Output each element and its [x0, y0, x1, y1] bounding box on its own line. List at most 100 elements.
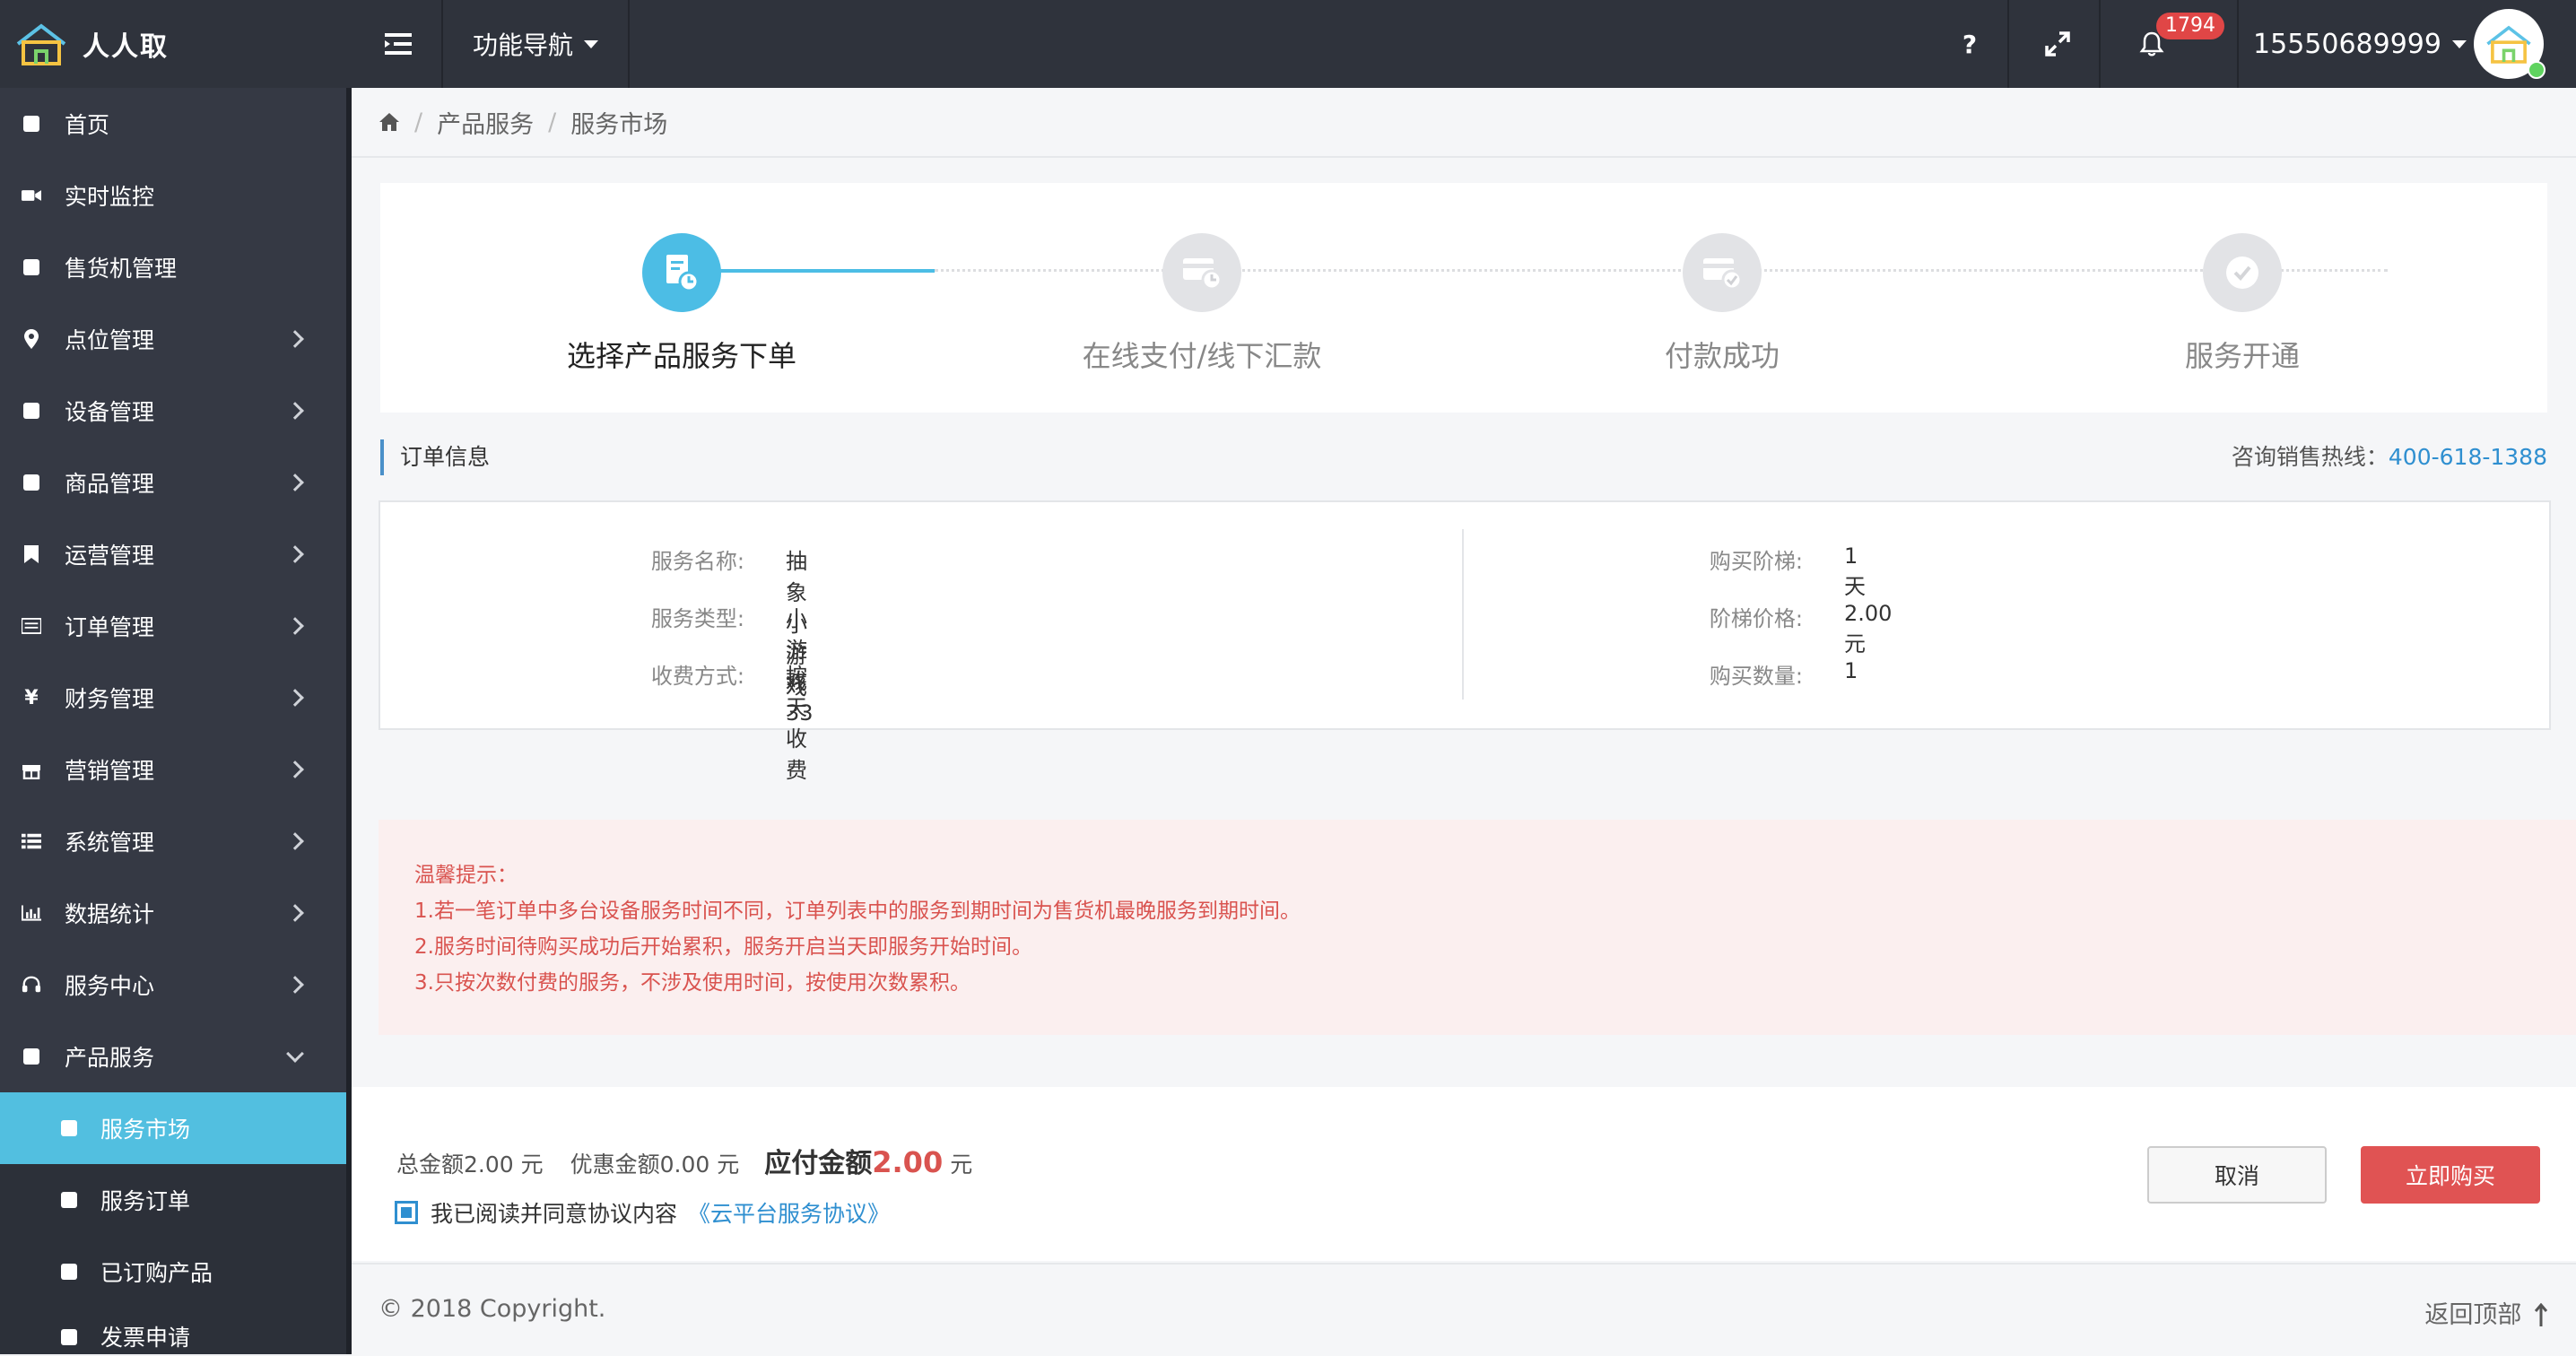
sidebar-subitem-purchased-products[interactable]: 已订购产品: [0, 1236, 346, 1308]
sidebar-item-label: 服务中心: [65, 973, 155, 999]
headset-icon: [22, 975, 41, 995]
user-phone: 15550689999: [2253, 28, 2441, 60]
sidebar-item-orders[interactable]: 订单管理: [0, 590, 346, 662]
chevron-right-icon: [286, 545, 304, 563]
sidebar-subitem-service-market[interactable]: 服务市场: [0, 1092, 346, 1164]
step-label: 选择产品服务下单: [566, 339, 796, 373]
sidebar-item-system[interactable]: 系统管理: [0, 805, 346, 877]
sidebar-item-device[interactable]: 设备管理: [0, 375, 346, 447]
square-icon: [22, 1047, 41, 1066]
field-value: 2.00 元: [1844, 601, 1893, 656]
fullscreen-button[interactable]: [2015, 0, 2101, 88]
sidebar-item-statistics[interactable]: 数据统计: [0, 877, 346, 949]
caret-down-icon: [2451, 39, 2467, 48]
avatar-house-icon: [2486, 25, 2531, 64]
sidebar-item-label: 财务管理: [65, 686, 155, 712]
sidebar-item-product-service[interactable]: 产品服务: [0, 1021, 346, 1092]
topbar-divider: [2099, 0, 2101, 88]
order-totals: 总金额2.00 元 优惠金额0.00 元 应付金额 2.00 元: [396, 1141, 972, 1180]
yen-icon: ¥: [24, 686, 39, 709]
sidebar-item-operation[interactable]: 运营管理: [0, 518, 346, 590]
sidebar-item-label: 点位管理: [65, 327, 155, 353]
field-key: 服务名称:: [650, 549, 744, 574]
sidebar: 首页 实时监控 售货机管理 点位管理 设备管理 商品管理 运营管理 订单管理 ¥…: [0, 88, 346, 1354]
step-label: 服务开通: [2184, 339, 2300, 373]
sidebar-item-label: 商品管理: [65, 471, 155, 497]
agreement-link[interactable]: 《云平台服务协议》: [688, 1196, 890, 1229]
notification-badge: 1794: [2156, 13, 2224, 39]
chevron-right-icon: [286, 761, 304, 778]
sidebar-item-marketing[interactable]: 营销管理: [0, 734, 346, 805]
list-icon: [22, 616, 41, 636]
chevron-down-icon: [286, 1045, 304, 1063]
sidebar-item-label: 售货机管理: [65, 256, 178, 282]
chevron-right-icon: [286, 474, 304, 491]
chevron-right-icon: [286, 330, 304, 348]
order-form-icon: [642, 233, 721, 312]
breadcrumb: / 产品服务 / 服务市场: [352, 88, 2576, 158]
chevron-right-icon: [286, 689, 304, 707]
arrow-up-icon: [2534, 1302, 2548, 1326]
sidebar-item-home[interactable]: 首页: [0, 88, 346, 160]
sidebar-item-goods[interactable]: 商品管理: [0, 447, 346, 518]
sidebar-item-label: 订单管理: [65, 614, 155, 640]
breadcrumb-item-current: 服务市场: [570, 110, 668, 139]
function-nav-dropdown[interactable]: 功能导航: [443, 0, 628, 88]
sidebar-item-label: 数据统计: [65, 901, 155, 927]
caret-down-icon: [584, 39, 598, 48]
field-key: 阶梯价格:: [1709, 606, 1803, 631]
notice-line: 3.只按次数付费的服务，不涉及使用时间，按使用次数累积。: [414, 971, 970, 995]
sidebar-subitem-service-orders[interactable]: 服务订单: [0, 1164, 346, 1236]
breadcrumb-item[interactable]: 产品服务: [437, 105, 534, 140]
sidebar-item-location[interactable]: 点位管理: [0, 303, 346, 375]
notice-title: 温馨提示：: [414, 864, 518, 887]
sidebar-item-label: 服务市场: [100, 1117, 191, 1143]
cancel-button[interactable]: 取消: [2147, 1146, 2327, 1204]
step-select-service: 选择产品服务下单: [547, 233, 816, 375]
chevron-right-icon: [286, 904, 304, 922]
sidebar-item-monitor[interactable]: 实时监控: [0, 160, 346, 231]
copyright: © 2018 Copyright.: [379, 1295, 606, 1323]
agreement-checkbox[interactable]: [395, 1201, 418, 1224]
bar-chart-icon: [22, 903, 41, 923]
back-to-top-link[interactable]: 返回顶部: [2424, 1295, 2548, 1330]
discount-amount: 优惠金额0.00 元: [570, 1152, 740, 1178]
sidebar-item-finance[interactable]: ¥ 财务管理: [0, 662, 346, 734]
help-icon: ?: [1962, 29, 1978, 59]
chevron-right-icon: [286, 832, 304, 850]
buy-now-button[interactable]: 立即购买: [2361, 1146, 2540, 1204]
field-key: 服务类型:: [650, 606, 744, 631]
step-label: 在线支付/线下汇款: [1082, 339, 1322, 373]
hotline-number[interactable]: 400-618-1388: [2389, 444, 2547, 470]
sidebar-subitem-invoice[interactable]: 发票申请: [0, 1308, 346, 1354]
square-icon: [22, 257, 41, 277]
sidebar-item-vending[interactable]: 售货机管理: [0, 231, 346, 303]
notice-line: 1.若一笔订单中多台设备服务时间不同，订单列表中的服务到期时间为售货机最晚服务到…: [414, 900, 1301, 923]
sidebar-item-label: 首页: [65, 112, 110, 138]
sales-hotline: 咨询销售热线：400-618-1388: [2232, 439, 2547, 475]
square-icon: [59, 1118, 79, 1138]
payable-label: 应付金额: [764, 1148, 873, 1179]
sidebar-item-label: 营销管理: [65, 758, 155, 784]
sidebar-item-label: 已订购产品: [100, 1260, 213, 1286]
order-info-divider: [1462, 529, 1464, 700]
home-icon[interactable]: [379, 112, 400, 132]
brand[interactable]: 人人取: [0, 0, 350, 88]
back-to-top-label: 返回顶部: [2424, 1301, 2522, 1329]
chevron-right-icon: [286, 976, 304, 994]
tips-notice: 温馨提示： 1.若一笔订单中多台设备服务时间不同，订单列表中的服务到期时间为售货…: [379, 820, 2576, 1035]
field-value: 1: [1844, 658, 1858, 683]
sidebar-item-label: 产品服务: [65, 1045, 155, 1071]
online-status-dot: [2528, 61, 2546, 79]
gift-icon: [22, 760, 41, 779]
sidebar-item-service-center[interactable]: 服务中心: [0, 949, 346, 1021]
agreement-row: 我已阅读并同意协议内容 《云平台服务协议》: [395, 1196, 890, 1229]
user-menu-dropdown[interactable]: 15550689999: [2239, 0, 2481, 88]
field-key: 购买阶梯:: [1709, 549, 1803, 574]
help-button[interactable]: ?: [1927, 0, 2013, 88]
expand-icon: [2045, 31, 2070, 56]
field-value: 按天收费: [786, 664, 807, 783]
sidebar-item-label: 发票申请: [100, 1325, 191, 1351]
sidebar-item-label: 系统管理: [65, 830, 155, 856]
sidebar-toggle-button[interactable]: [355, 0, 441, 88]
